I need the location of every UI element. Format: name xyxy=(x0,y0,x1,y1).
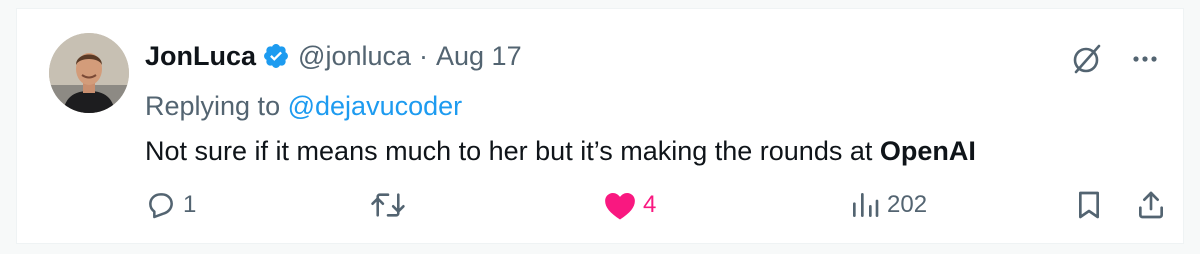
view-count: 202 xyxy=(887,191,928,218)
reply-icon xyxy=(145,189,177,221)
separator-dot: · xyxy=(419,41,429,71)
display-name[interactable]: JonLuca xyxy=(145,39,256,73)
avatar[interactable] xyxy=(49,33,129,113)
tweet-header: JonLuca @jonluca · Aug 17 xyxy=(145,39,522,73)
views-button[interactable]: 202 xyxy=(849,185,927,225)
retweet-icon xyxy=(370,189,406,221)
tweet-text: Not sure if it means much to her but it’… xyxy=(145,133,976,169)
share-button[interactable] xyxy=(1135,185,1167,225)
like-button[interactable]: 4 xyxy=(603,185,656,225)
reply-count: 1 xyxy=(183,191,197,218)
tweet-text-bold: OpenAI xyxy=(879,136,976,166)
heart-icon xyxy=(603,189,637,221)
share-icon xyxy=(1135,189,1167,221)
reply-button[interactable]: 1 xyxy=(145,185,196,225)
replying-to-label: Replying to xyxy=(145,91,281,121)
views-icon xyxy=(849,189,881,221)
more-dots-icon[interactable] xyxy=(1131,45,1159,73)
grok-slash-icon[interactable] xyxy=(1069,41,1105,77)
bookmark-button[interactable] xyxy=(1073,185,1105,225)
verified-badge-icon xyxy=(262,42,290,70)
action-bar: 1 4 202 xyxy=(145,185,1165,225)
tweet-card[interactable]: JonLuca @jonluca · Aug 17 Replying to @d… xyxy=(16,8,1184,244)
replying-to-mention[interactable]: @dejavucoder xyxy=(288,91,463,121)
replying-to-line: Replying to @dejavucoder xyxy=(145,89,462,123)
retweet-button[interactable] xyxy=(370,185,412,225)
author-handle[interactable]: @jonluca xyxy=(298,39,411,73)
tweet-date[interactable]: Aug 17 xyxy=(436,39,522,73)
bookmark-icon xyxy=(1073,189,1105,221)
like-count: 4 xyxy=(643,191,657,218)
tweet-text-plain: Not sure if it means much to her but it’… xyxy=(145,136,880,166)
top-right-actions xyxy=(1069,41,1159,77)
